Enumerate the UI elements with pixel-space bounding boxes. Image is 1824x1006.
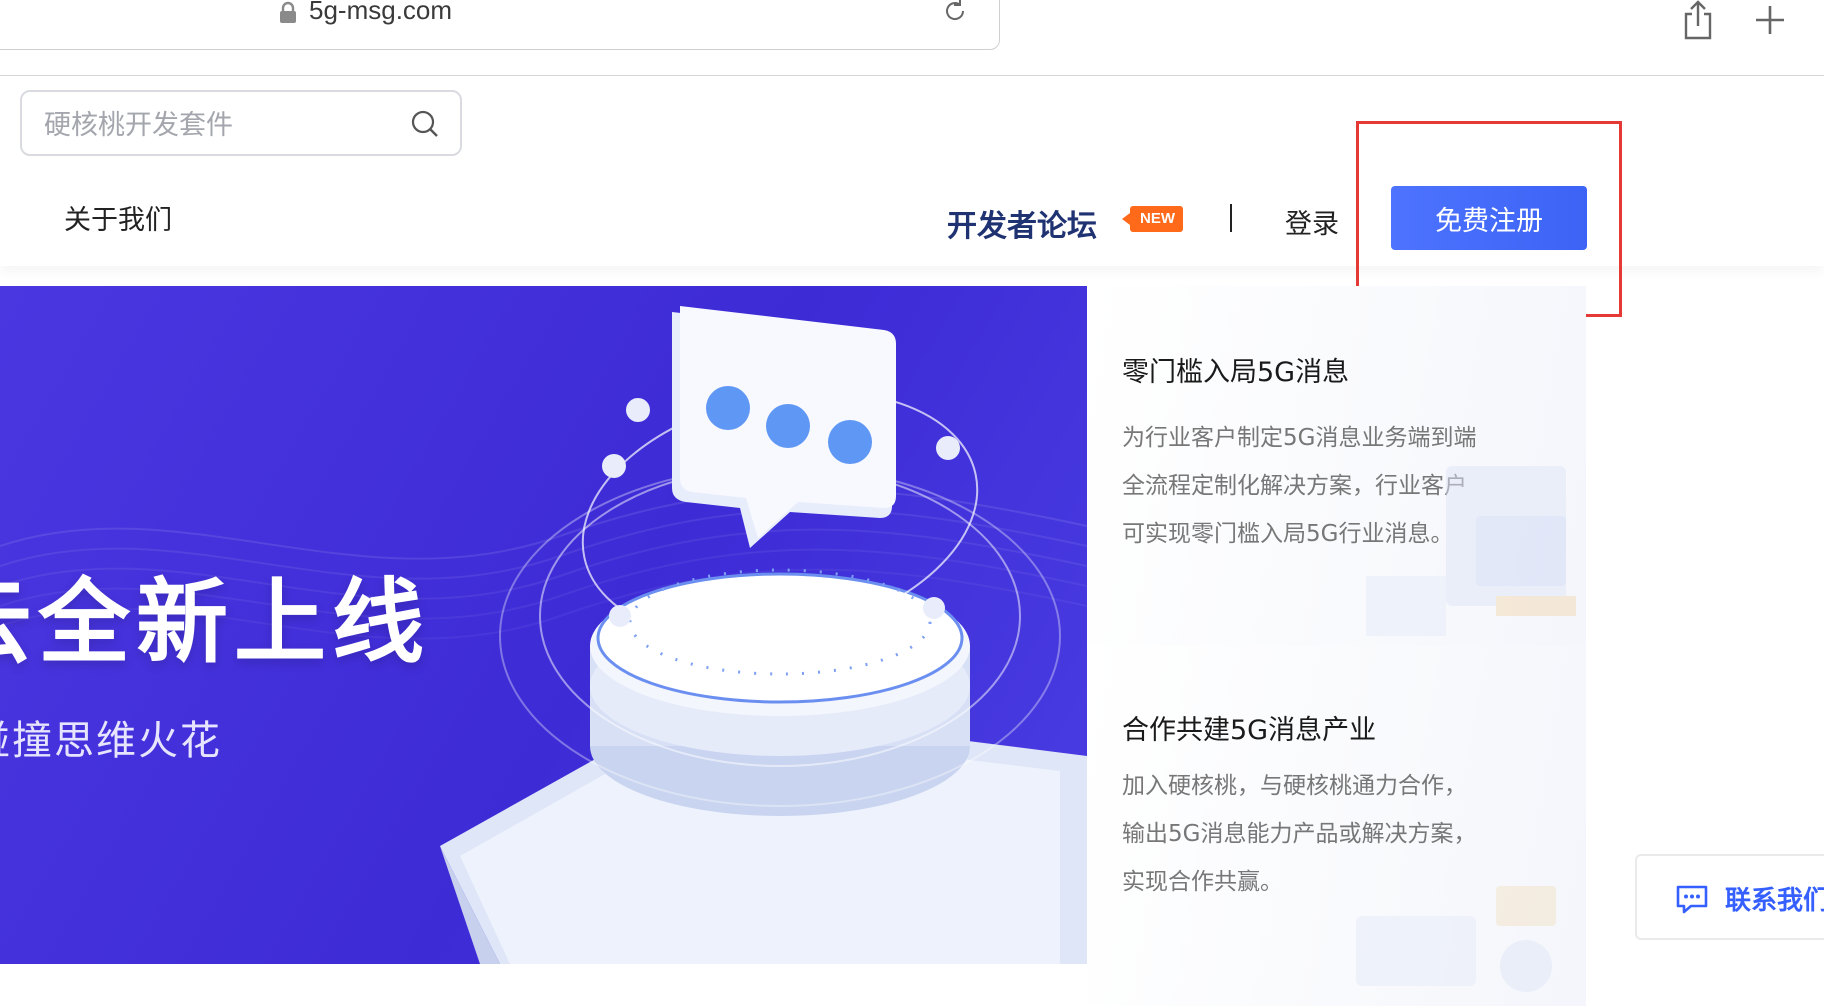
banner-title: 云全新上线 — [0, 569, 431, 676]
share-icon[interactable] — [1680, 0, 1716, 40]
partnership-illustration — [1356, 886, 1556, 992]
contact-us-label: 联系我们 — [1725, 886, 1824, 916]
chat-icon — [1676, 885, 1708, 914]
url-text[interactable]: 5g-msg.com — [309, 0, 452, 26]
nav-about-us[interactable]: 关于我们 — [64, 198, 172, 237]
reload-icon[interactable] — [939, 0, 971, 27]
hero-banner[interactable]: 云全新上线 碰撞思维火花 — [0, 286, 1087, 964]
document-illustration — [1366, 466, 1576, 636]
contact-us-tab[interactable]: 联系我们 — [1635, 854, 1824, 940]
banner-subtitle: 碰撞思维火花 — [0, 718, 222, 764]
search-box[interactable] — [20, 90, 462, 156]
login-link[interactable]: 登录 — [1285, 202, 1339, 241]
browser-toolbar: 5g-msg.com — [0, 0, 1824, 76]
chat-device-illustration — [440, 306, 1087, 964]
nav-divider — [1230, 204, 1232, 232]
nav-developer-forum[interactable]: 开发者论坛 — [947, 201, 1097, 245]
new-tab-icon[interactable] — [1752, 2, 1788, 38]
lock-icon — [280, 1, 296, 23]
feature-card-title: 合作共建5G消息产业 — [1122, 715, 1377, 746]
feature-card[interactable]: 合作共建5G消息产业 加入硬核桃，与硬核桃通力合作， 输出5G消息能力产品或解决… — [1088, 646, 1586, 1006]
feature-card-title: 零门槛入局5G消息 — [1122, 357, 1350, 388]
new-badge: NEW — [1122, 206, 1183, 232]
search-input[interactable] — [42, 104, 406, 146]
search-icon[interactable] — [410, 109, 440, 139]
feature-card[interactable]: 零门槛入局5G消息 为行业客户制定5G消息业务端到端 全流程定制化解决方案，行业… — [1088, 286, 1586, 646]
address-bar[interactable]: 5g-msg.com — [0, 0, 1000, 50]
